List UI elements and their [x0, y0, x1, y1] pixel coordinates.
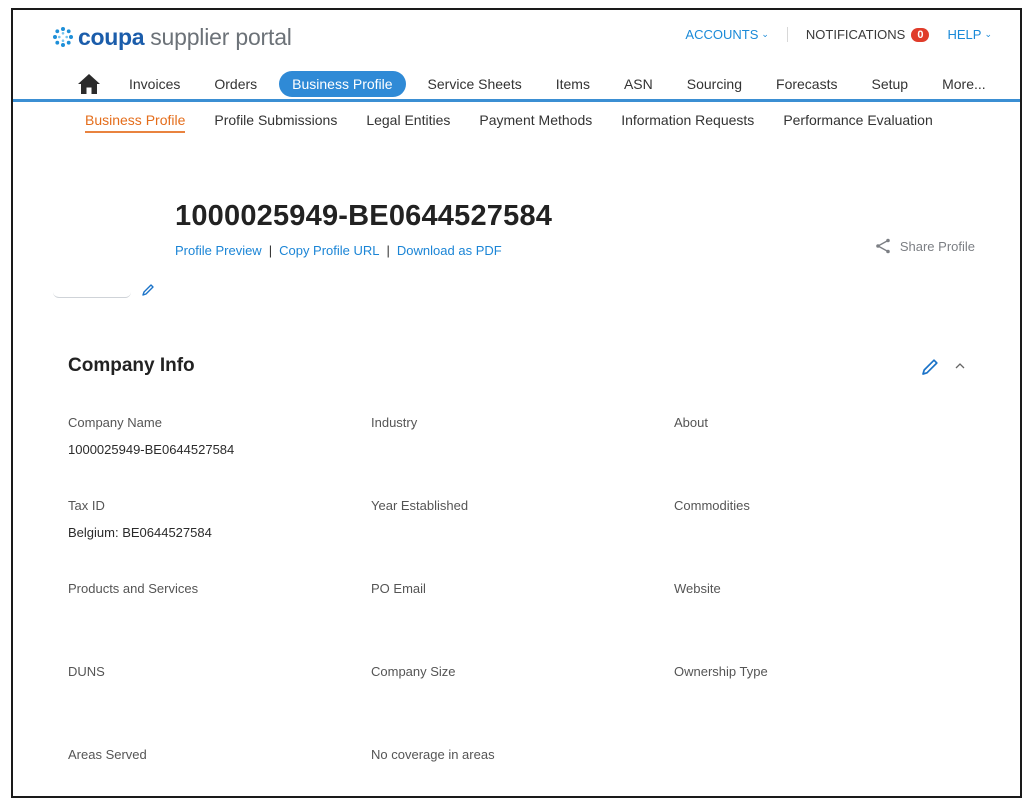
field-label-company-name: Company Name — [68, 415, 162, 430]
download-pdf-link[interactable]: Download as PDF — [397, 243, 502, 258]
coupa-burst-icon — [53, 27, 73, 47]
field-label-tax-id: Tax ID — [68, 498, 105, 513]
pencil-icon[interactable] — [140, 282, 156, 298]
subnav-business-profile[interactable]: Business Profile — [85, 112, 186, 133]
browser-frame: coupa supplier portal ACCOUNTS ⌄ NOTIFIC… — [11, 8, 1022, 798]
nav-setup[interactable]: Setup — [871, 76, 908, 92]
field-label-no-coverage: No coverage in areas — [371, 747, 495, 762]
logo-portal-text: supplier portal — [150, 23, 292, 50]
field-label-commodities: Commodities — [674, 498, 750, 513]
nav-service-sheets[interactable]: Service Sheets — [428, 76, 522, 92]
field-label-website: Website — [674, 581, 721, 596]
help-menu[interactable]: HELP ⌄ — [947, 27, 992, 42]
field-label-company-size: Company Size — [371, 664, 456, 679]
subnav-payment-methods[interactable]: Payment Methods — [479, 112, 592, 133]
field-label-products-services: Products and Services — [68, 581, 199, 596]
utility-menu: ACCOUNTS ⌄ NOTIFICATIONS 0 HELP ⌄ — [685, 27, 992, 42]
nav-more[interactable]: More... — [942, 76, 986, 92]
field-label-po-email: PO Email — [371, 581, 426, 596]
nav-forecasts[interactable]: Forecasts — [776, 76, 837, 92]
nav-business-profile[interactable]: Business Profile — [279, 71, 406, 97]
copy-profile-url-link[interactable]: Copy Profile URL — [279, 243, 379, 258]
field-label-about: About — [674, 415, 708, 430]
main-nav-bar: Invoices Orders Business Profile Service… — [13, 66, 1020, 102]
share-profile-button[interactable]: Share Profile — [875, 238, 975, 254]
home-icon[interactable] — [77, 73, 101, 95]
field-value-tax-id: Belgium: BE0644527584 — [68, 525, 212, 540]
profile-image-placeholder — [53, 291, 131, 298]
subnav-information-requests[interactable]: Information Requests — [621, 112, 754, 133]
profile-links: Profile Preview | Copy Profile URL | Dow… — [175, 243, 502, 258]
field-label-areas-served: Areas Served — [68, 747, 147, 762]
field-label-ownership-type: Ownership Type — [674, 664, 768, 679]
nav-sourcing[interactable]: Sourcing — [687, 76, 742, 92]
company-info-title: Company Info — [68, 355, 195, 376]
coupa-logo[interactable]: coupa supplier portal — [51, 23, 292, 51]
share-profile-label: Share Profile — [899, 238, 975, 254]
help-label: HELP — [947, 27, 982, 42]
nav-asn[interactable]: ASN — [624, 76, 653, 92]
accounts-menu[interactable]: ACCOUNTS ⌄ — [685, 27, 769, 42]
field-label-year-established: Year Established — [371, 498, 469, 513]
subnav-legal-entities[interactable]: Legal Entities — [366, 112, 450, 133]
sub-nav: Business Profile Profile Submissions Leg… — [85, 112, 962, 133]
nav-invoices[interactable]: Invoices — [129, 76, 180, 92]
chevron-up-icon[interactable] — [952, 358, 968, 374]
logo-brand-text: coupa — [78, 23, 145, 50]
link-separator: | — [386, 243, 390, 258]
chevron-down-icon: ⌄ — [984, 29, 992, 39]
main-nav: Invoices Orders Business Profile Service… — [77, 70, 986, 98]
link-separator: | — [268, 243, 273, 258]
accounts-label: ACCOUNTS — [685, 27, 759, 42]
share-icon — [876, 238, 890, 254]
top-bar: coupa supplier portal ACCOUNTS ⌄ NOTIFIC… — [13, 10, 1020, 70]
field-value-company-name: 1000025949-BE0644527584 — [68, 442, 235, 457]
chevron-down-icon: ⌄ — [761, 29, 769, 39]
subnav-performance-evaluation[interactable]: Performance Evaluation — [783, 112, 932, 133]
notifications-menu[interactable]: NOTIFICATIONS 0 — [786, 27, 948, 42]
nav-items[interactable]: Items — [556, 76, 590, 92]
profile-title: 1000025949-BE0644527584 — [175, 200, 553, 232]
notifications-count-badge: 0 — [911, 27, 930, 42]
notifications-label: NOTIFICATIONS — [805, 27, 906, 42]
field-label-duns: DUNS — [68, 664, 105, 679]
profile-preview-link[interactable]: Profile Preview — [175, 243, 262, 258]
subnav-profile-submissions[interactable]: Profile Submissions — [214, 112, 337, 133]
field-label-industry: Industry — [371, 415, 418, 430]
pencil-icon[interactable] — [920, 357, 940, 377]
nav-orders[interactable]: Orders — [214, 76, 257, 92]
